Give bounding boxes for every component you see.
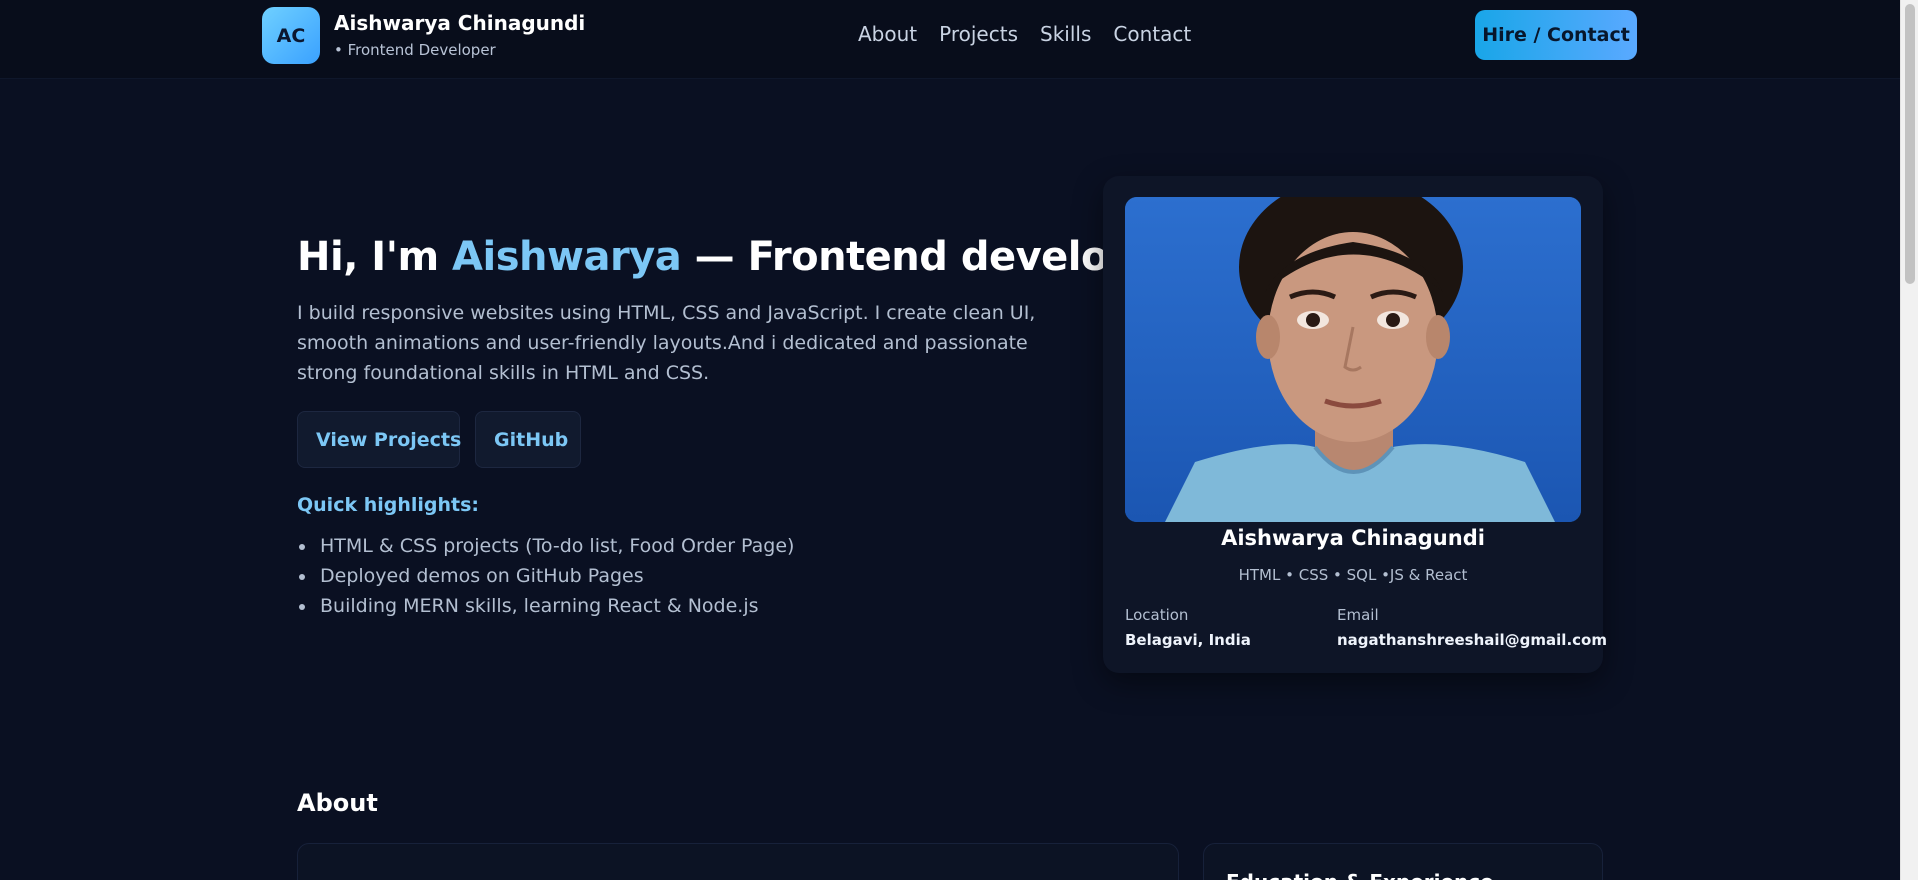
page-scrollbar[interactable] <box>1900 0 1918 880</box>
scrollbar-thumb[interactable] <box>1905 4 1915 284</box>
profile-name: Aishwarya Chinagundi <box>1221 526 1485 550</box>
highlights-title: Quick highlights: <box>297 494 480 516</box>
nav-link-contact[interactable]: Contact <box>1113 22 1191 46</box>
education-title: Education & Experience <box>1226 870 1494 880</box>
email-label: Email <box>1337 606 1379 624</box>
portfolio-page: AC Aishwarya Chinagundi • Frontend Devel… <box>0 0 1918 880</box>
hero-title-accent: Aishwarya <box>452 234 682 280</box>
education-card: Education & Experience <box>1203 843 1603 880</box>
email-value[interactable]: nagathanshreeshail@gmail.com <box>1337 631 1607 649</box>
brand-name: Aishwarya Chinagundi <box>334 11 586 35</box>
logo-badge[interactable]: AC <box>262 7 320 64</box>
profile-card: Aishwarya Chinagundi HTML • CSS • SQL •J… <box>1103 176 1607 673</box>
highlights-list: HTML & CSS projects (To-do list, Food Or… <box>297 531 794 621</box>
nav-link-skills[interactable]: Skills <box>1040 22 1091 46</box>
view-projects-button[interactable]: View Projects <box>297 411 461 468</box>
location-label: Location <box>1125 606 1189 624</box>
hero-title: Hi, I'm Aishwarya — Frontend developer <box>297 234 1182 280</box>
top-navigation-bar: AC Aishwarya Chinagundi • Frontend Devel… <box>0 0 1900 79</box>
location-value: Belagavi, India <box>1125 631 1251 649</box>
about-content-card <box>297 843 1179 880</box>
main-nav: About Projects Skills Contact <box>858 22 1191 46</box>
hero-description: I build responsive websites using HTML, … <box>297 302 1036 384</box>
hire-contact-button[interactable]: Hire / Contact <box>1475 10 1637 60</box>
nav-link-projects[interactable]: Projects <box>939 22 1018 46</box>
about-title: About <box>297 789 378 817</box>
brand-subtitle: • Frontend Developer <box>334 41 496 59</box>
highlight-item: Deployed demos on GitHub Pages <box>297 561 794 591</box>
nav-link-about[interactable]: About <box>858 22 917 46</box>
highlight-item: HTML & CSS projects (To-do list, Food Or… <box>297 531 794 561</box>
hero-title-prefix: Hi, I'm <box>297 234 453 280</box>
highlight-item: Building MERN skills, learning React & N… <box>297 591 794 621</box>
github-button[interactable]: GitHub <box>475 411 581 468</box>
profile-skills: HTML • CSS • SQL •JS & React <box>1238 566 1468 584</box>
profile-photo-illustration <box>1125 197 1581 522</box>
profile-photo <box>1125 197 1581 522</box>
